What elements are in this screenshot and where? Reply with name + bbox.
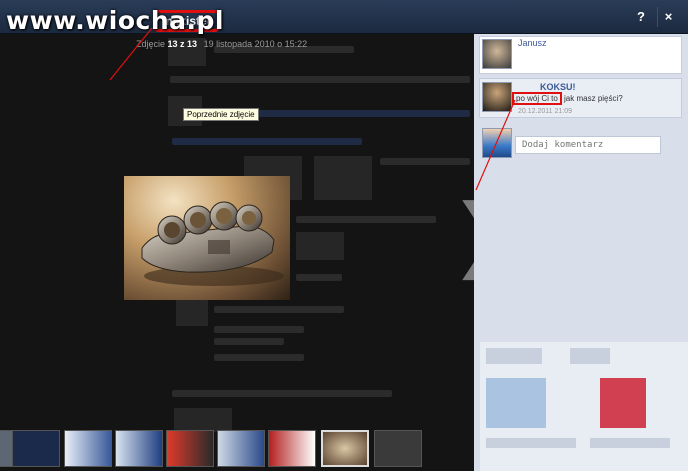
- ad-blur: [486, 378, 546, 428]
- comment-author[interactable]: Janusz: [518, 38, 547, 48]
- help-button[interactable]: ?: [630, 7, 652, 27]
- ghost-text: [214, 354, 304, 361]
- comment-text-rest: jak masz pięści?: [564, 94, 623, 103]
- photo-counter: Zdjęcie 13 z 13 19 listopada 2010 o 15:2…: [136, 39, 307, 49]
- ghost-text: [214, 338, 284, 345]
- ad-blur: [600, 378, 646, 428]
- comment-author[interactable]: KOKSU!: [540, 82, 576, 92]
- ghost-avatar: [176, 300, 208, 326]
- filmstrip-thumb[interactable]: [64, 430, 112, 467]
- filmstrip-thumb[interactable]: [374, 430, 422, 467]
- filmstrip-thumb[interactable]: [268, 430, 316, 467]
- filmstrip-thumb[interactable]: [12, 430, 60, 467]
- ghost-text: [380, 158, 470, 165]
- filmstrip-thumb[interactable]: [115, 430, 163, 467]
- photo-date: 19 listopada 2010 o 15:22: [203, 39, 308, 49]
- ghost-text: [172, 138, 362, 145]
- avatar[interactable]: [482, 82, 512, 112]
- ghost-text: [214, 306, 344, 313]
- sidebar-ads: [480, 342, 688, 471]
- close-button[interactable]: ×: [657, 7, 679, 27]
- counter-value: 13 z 13: [167, 39, 198, 49]
- current-user-avatar: [482, 128, 512, 158]
- ghost-avatar: [296, 232, 344, 260]
- filmstrip-thumb-active[interactable]: [321, 430, 369, 467]
- ghost-text: [170, 76, 470, 83]
- ghost-thumb: [314, 156, 372, 200]
- ghost-text: [296, 274, 342, 281]
- comment-time: 20.12.2011 21:09: [518, 108, 572, 115]
- site-watermark: www.wiocha.pl: [6, 6, 224, 35]
- ad-blur: [570, 348, 610, 364]
- add-comment-input[interactable]: [515, 136, 661, 154]
- ghost-text: [172, 390, 392, 397]
- ghost-text: [214, 326, 304, 333]
- ad-blur: [486, 438, 576, 448]
- filmstrip-thumb[interactable]: [166, 430, 214, 467]
- ghost-thumb: [174, 408, 232, 432]
- avatar[interactable]: [482, 39, 512, 69]
- annotated-phrase: po wój Ci to: [512, 92, 562, 105]
- comment-text: po wój Ci to jak masz pięści?: [512, 92, 623, 105]
- next-photo-arrow[interactable]: ❯: [450, 194, 474, 274]
- filmstrip: [0, 430, 474, 471]
- ad-blur: [486, 348, 542, 364]
- prev-photo-tooltip: Poprzednie zdjęcie: [183, 108, 259, 121]
- photo-stage: Zdjęcie 13 z 13 19 listopada 2010 o 15:2…: [0, 34, 474, 471]
- counter-prefix: Zdjęcie: [136, 39, 166, 49]
- main-photo[interactable]: [124, 176, 290, 300]
- ad-blur: [590, 438, 670, 448]
- ghost-text: [296, 216, 436, 223]
- brass-knuckles-image: [141, 201, 284, 286]
- filmstrip-thumb[interactable]: [217, 430, 265, 467]
